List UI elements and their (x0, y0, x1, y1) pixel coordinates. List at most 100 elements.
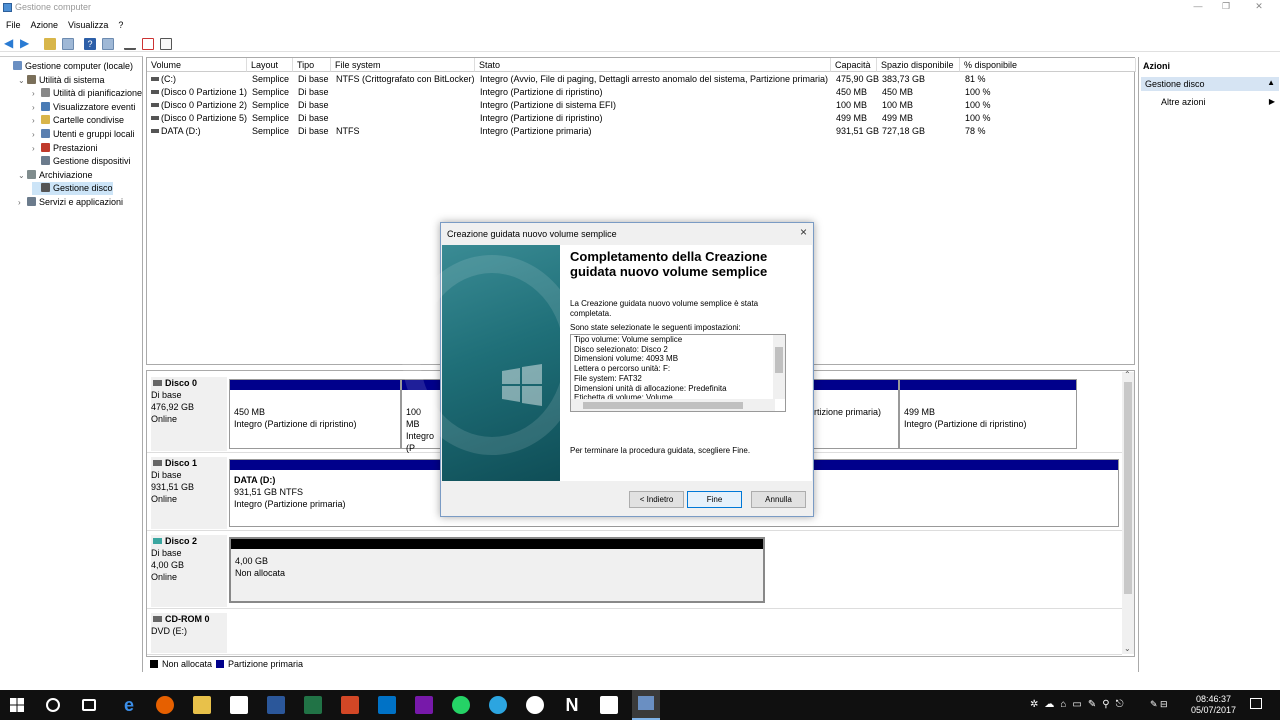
partition-block[interactable]: 450 MB Integro (Partizione di ripristino) (229, 379, 401, 449)
column-header[interactable]: Capacità (831, 58, 877, 72)
system-tray-icons[interactable]: ✲☁⌂▭✎⚲⎋ (1030, 699, 1129, 710)
menu-file[interactable]: File (0, 18, 25, 30)
column-header[interactable]: Spazio disponibile (877, 58, 960, 72)
close-button[interactable]: ✕ (1245, 0, 1273, 14)
windows-start-icon[interactable] (10, 698, 24, 712)
store-icon[interactable] (230, 696, 248, 714)
column-header[interactable]: File system (331, 58, 475, 72)
tree-item[interactable]: Gestione dispositivi (32, 155, 131, 168)
onenote-icon[interactable] (415, 696, 433, 714)
checklist-icon[interactable] (142, 38, 154, 50)
menu-azione[interactable]: Azione (25, 18, 63, 30)
file-explorer-icon[interactable] (193, 696, 211, 714)
task-view-icon[interactable] (82, 699, 96, 711)
scroll-down-icon[interactable]: ⌄ (1124, 644, 1131, 653)
clock[interactable]: 08:46:37 05/07/2017 (1191, 694, 1236, 716)
back-button[interactable]: < Indietro (629, 491, 684, 508)
column-header[interactable]: Layout (247, 58, 293, 72)
tree-item[interactable]: › Utilità di pianificazione (32, 87, 142, 100)
disk-info[interactable]: Disco 2 Di base 4,00 GB Online (151, 535, 227, 607)
tree-item[interactable]: › Utenti e gruppi locali (32, 128, 135, 141)
tree-item[interactable]: › Prestazioni (32, 142, 98, 155)
excel-icon[interactable] (304, 696, 322, 714)
outlook-icon[interactable] (378, 696, 396, 714)
disk-row[interactable]: CD-ROM 0 DVD (E:) (147, 611, 1122, 655)
listbox-vertical-scrollbar[interactable] (773, 335, 785, 399)
title-bar: Gestione computer — ❐ ✕ (0, 0, 1280, 16)
tree-item[interactable]: › Visualizzatore eventi (32, 101, 135, 114)
help-icon[interactable]: ? (84, 38, 96, 50)
scrollbar-thumb[interactable] (1124, 382, 1132, 594)
expand-right-icon[interactable]: › (32, 87, 41, 100)
finish-button[interactable]: Fine (687, 491, 742, 508)
notion-icon[interactable]: N (563, 696, 581, 714)
partition-text: 4,00 GB (235, 556, 269, 566)
properties-icon[interactable] (102, 38, 114, 50)
notifications-icon[interactable] (1250, 698, 1262, 709)
table-cell: Semplice (252, 126, 290, 136)
edge-icon[interactable]: e (120, 696, 138, 714)
tray-misc-icon[interactable]: ✎ ⊟ (1150, 699, 1168, 710)
tree-item[interactable]: › Cartelle condivise (32, 114, 124, 127)
completion-message: La Creazione guidata nuovo volume sempli… (570, 299, 759, 318)
disk-view-scrollbar[interactable]: ⌃ ⌄ (1122, 370, 1134, 654)
tree-item[interactable]: ⌄ Archiviazione (18, 169, 93, 182)
scroll-up-icon[interactable]: ⌃ (1124, 370, 1131, 379)
connect-icon[interactable] (124, 38, 136, 50)
powerpoint-icon[interactable] (341, 696, 359, 714)
minimize-button[interactable]: — (1184, 0, 1212, 14)
word-icon[interactable] (267, 696, 285, 714)
expand-down-icon[interactable]: ⌄ (18, 169, 27, 182)
table-row[interactable]: DATA (D:) Semplice Di base NTFS Integro (Par… (147, 125, 1134, 138)
menu-help[interactable]: ? (112, 18, 127, 30)
slack-icon[interactable] (526, 696, 544, 714)
app-icon[interactable] (600, 696, 618, 714)
forward-arrow-icon[interactable]: ▶ (20, 37, 32, 50)
expand-down-icon[interactable]: ⌄ (18, 74, 27, 87)
partition-block[interactable]: rtizione primaria) (809, 379, 899, 449)
list-view-icon[interactable] (160, 38, 172, 50)
column-header[interactable]: Tipo (293, 58, 331, 72)
tree-item[interactable]: Gestione disco (32, 182, 113, 196)
show-hide-tree-icon[interactable] (62, 38, 74, 50)
actions-section-header[interactable]: Gestione disco ▲ (1141, 77, 1279, 91)
cortana-icon[interactable] (46, 698, 60, 712)
column-header[interactable]: % disponibile (960, 58, 1136, 72)
menu-visualizza[interactable]: Visualizza (62, 18, 112, 30)
expand-right-icon[interactable]: › (32, 128, 41, 141)
partition-block[interactable]: 499 MB Integro (Partizione di ripristino) (899, 379, 1077, 449)
tree-item[interactable]: ⌄ Utilità di sistema (18, 74, 105, 87)
table-row[interactable]: (C:) Semplice Di base NTFS (Crittografato c… (147, 73, 1134, 86)
expand-right-icon[interactable]: › (32, 101, 41, 114)
disk-info[interactable]: CD-ROM 0 DVD (E:) (151, 613, 227, 653)
partition-block[interactable]: 4,00 GB Non allocata (229, 537, 765, 603)
back-arrow-icon[interactable]: ◀ (4, 37, 16, 50)
up-folder-icon[interactable] (44, 38, 56, 50)
more-actions-item[interactable]: Altre azioni ▶ (1161, 97, 1279, 110)
dialog-close-button[interactable]: × (800, 225, 807, 239)
expand-right-icon[interactable]: › (18, 196, 27, 209)
settings-listbox[interactable]: Tipo volume: Volume semplice Disco selez… (570, 334, 786, 412)
disk-row[interactable]: Disco 2 Di base 4,00 GB Online 4,00 GB Non al… (147, 533, 1122, 609)
whatsapp-icon[interactable] (452, 696, 470, 714)
telegram-icon[interactable] (489, 696, 507, 714)
expand-right-icon[interactable]: › (32, 142, 41, 155)
column-header[interactable]: Volume (147, 58, 247, 72)
tree-item[interactable]: › Servizi e applicazioni (18, 196, 123, 209)
table-row[interactable]: (Disco 0 Partizione 2) Semplice Di base Int… (147, 99, 1134, 112)
toolbar (0, 36, 1280, 52)
cancel-button[interactable]: Annulla (751, 491, 806, 508)
firefox-icon[interactable] (156, 696, 174, 714)
computer-management-taskbar-icon[interactable] (632, 690, 660, 720)
listbox-horizontal-scrollbar[interactable] (571, 399, 775, 411)
table-row[interactable]: (Disco 0 Partizione 1) Semplice Di base Int… (147, 86, 1134, 99)
table-row[interactable]: (Disco 0 Partizione 5) Semplice Di base Int… (147, 112, 1134, 125)
disk-info[interactable]: Disco 0 Di base 476,92 GB Online (151, 377, 227, 451)
expand-right-icon[interactable]: › (32, 114, 41, 127)
new-simple-volume-wizard: Creazione guidata nuovo volume semplice … (402, 222, 814, 517)
disk-info[interactable]: Disco 1 Di base 931,51 GB Online (151, 457, 227, 529)
column-header[interactable]: Stato (475, 58, 831, 72)
maximize-button[interactable]: ❐ (1212, 0, 1240, 14)
tree-item[interactable]: Gestione computer (locale) (4, 60, 133, 73)
collapse-icon[interactable]: ▲ (1267, 78, 1275, 87)
